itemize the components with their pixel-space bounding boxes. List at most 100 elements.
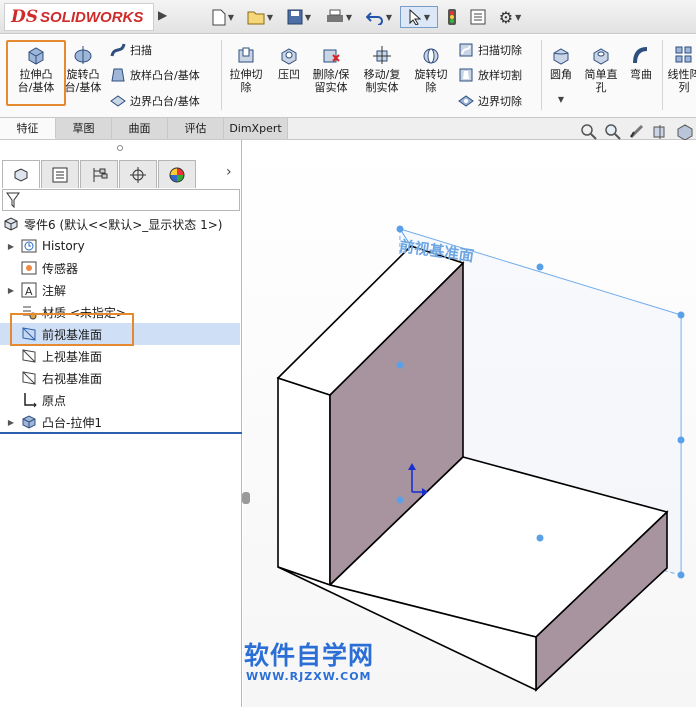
loft-boss-button[interactable]: 放样凸台/基体 — [110, 66, 200, 84]
tree-item-right-plane[interactable]: 右视基准面 — [0, 367, 240, 389]
expand-arrow-icon[interactable]: ▶ — [6, 418, 16, 427]
sweep-cut-icon — [458, 42, 474, 58]
plane-handle[interactable] — [536, 263, 544, 271]
move-copy-body-button[interactable]: 移动/复 制实体 — [359, 44, 405, 94]
dimxpertmanager-tab[interactable] — [119, 160, 157, 188]
delete-body-icon — [320, 44, 342, 66]
tree-item-origin[interactable]: 原点 — [0, 389, 240, 411]
plane-icon — [20, 347, 38, 365]
boundary-cut-label: 边界切除 — [478, 95, 522, 108]
rollback-bar[interactable] — [0, 432, 242, 434]
plane-handle[interactable] — [396, 361, 404, 369]
tree-root-part[interactable]: 零件6 (默认<<默认>_显示状态 1>) — [0, 213, 240, 235]
simple-hole-button[interactable]: 简单直 孔 — [580, 44, 622, 94]
model-left-front-face[interactable] — [277, 376, 331, 587]
fillet-dropdown-arrow-icon[interactable]: ▼ — [558, 93, 564, 106]
ribbon-separator — [221, 40, 222, 110]
expand-arrow-icon[interactable]: ▶ — [6, 286, 16, 295]
tree-item-top-plane[interactable]: 上视基准面 — [0, 345, 240, 367]
tree-item-history[interactable]: ▶ History — [0, 235, 240, 257]
open-folder-icon — [247, 11, 265, 25]
tree-item-annotations[interactable]: ▶ A 注解 — [0, 279, 240, 301]
view-orientation-icon[interactable] — [676, 123, 694, 141]
tab-sketch[interactable]: 草图 — [56, 118, 112, 139]
indent-button[interactable]: 压凹 — [272, 44, 306, 81]
options-button[interactable]: ⚙ ▼ — [493, 6, 527, 28]
filter-icon — [6, 192, 20, 208]
zoom-to-fit-icon[interactable] — [580, 123, 598, 141]
indent-icon — [278, 44, 300, 66]
panel-splitter-handle[interactable] — [117, 145, 123, 151]
new-document-button[interactable]: ▼ — [207, 6, 239, 28]
revolve-boss-button[interactable]: 旋转凸 台/基体 — [62, 44, 104, 94]
linear-pattern-icon — [673, 44, 695, 66]
flex-icon — [630, 44, 652, 66]
plane-handle[interactable] — [677, 311, 685, 319]
revolve-cut-button[interactable]: 旋转切 除 — [410, 44, 452, 94]
sensor-icon — [20, 259, 38, 277]
tab-features[interactable]: 特征 — [0, 118, 56, 139]
tree-item-sensors[interactable]: 传感器 — [0, 257, 240, 279]
file-properties-button[interactable] — [467, 6, 489, 28]
featuremanager-tab[interactable] — [2, 160, 40, 188]
expand-arrow-icon[interactable]: ▶ — [6, 242, 16, 251]
tree-item-boss-extrude[interactable]: ▶ 凸台-拉伸1 — [0, 411, 240, 433]
plane-handle[interactable] — [677, 571, 685, 579]
open-button[interactable]: ▼ — [244, 6, 276, 28]
tab-surfaces[interactable]: 曲面 — [112, 118, 168, 139]
displaymanager-tab[interactable] — [158, 160, 196, 188]
appearance-sphere-icon — [169, 167, 185, 182]
select-cursor-icon — [409, 9, 422, 25]
rebuild-button[interactable] — [443, 6, 461, 28]
select-button[interactable]: ▼ — [400, 6, 438, 28]
plane-handle[interactable] — [396, 496, 404, 504]
manager-tabs — [2, 160, 240, 188]
extrude-boss-button[interactable]: 拉伸凸 台/基体 — [8, 44, 64, 94]
boundary-cut-button[interactable]: 边界切除 — [458, 92, 522, 110]
print-button[interactable]: ▼ — [322, 6, 356, 28]
fillet-button[interactable]: 圆角 ▼ — [544, 44, 578, 106]
zoom-to-area-icon[interactable] — [604, 123, 622, 141]
section-view-icon[interactable] — [652, 123, 670, 141]
revolve-cut-label: 旋转切 除 — [414, 68, 448, 94]
tab-evaluate[interactable]: 评估 — [168, 118, 224, 139]
solidworks-logo[interactable]: DS SOLIDWORKS — [4, 3, 154, 31]
plane-handle[interactable] — [677, 436, 685, 444]
model-viewport[interactable] — [243, 140, 696, 707]
save-button[interactable]: ▼ — [283, 6, 315, 28]
revolve-cut-icon — [420, 44, 442, 66]
extrude-boss-label: 拉伸凸 台/基体 — [17, 68, 55, 94]
undo-button[interactable]: ▼ — [362, 6, 396, 28]
property-manager-icon — [52, 167, 68, 182]
linear-pattern-button[interactable]: 线性阵 列 — [664, 44, 696, 94]
plane-handle[interactable] — [396, 225, 404, 233]
flex-button[interactable]: 弯曲 — [624, 44, 658, 81]
menu-expand-arrow-icon[interactable]: ▶ — [158, 8, 168, 26]
plane-handle[interactable] — [536, 534, 544, 542]
delete-keep-body-button[interactable]: 删除/保 留实体 — [308, 44, 354, 94]
configurationmanager-tab[interactable] — [80, 160, 118, 188]
linear-pattern-label: 线性阵 列 — [667, 68, 696, 94]
sweep-icon — [110, 42, 126, 58]
tree-item-label: History — [42, 239, 85, 253]
tree-filter[interactable] — [2, 189, 240, 211]
sweep-label: 扫描 — [130, 44, 152, 57]
extrude-cut-button[interactable]: 拉伸切 除 — [225, 44, 267, 94]
tree-item-label: 右视基准面 — [42, 371, 103, 386]
tree-item-label: 传感器 — [42, 261, 79, 276]
simple-hole-icon — [590, 44, 612, 66]
propertymanager-tab[interactable] — [41, 160, 79, 188]
ribbon-separator — [541, 40, 542, 110]
extrude-cut-label: 拉伸切 除 — [229, 68, 263, 94]
move-copy-body-label: 移动/复 制实体 — [363, 68, 401, 94]
loft-cut-button[interactable]: 放样切割 — [458, 66, 522, 84]
panel-collapse-handle[interactable] — [242, 492, 250, 504]
sweep-button[interactable]: 扫描 — [110, 41, 152, 59]
sweep-cut-button[interactable]: 扫描切除 — [458, 41, 522, 59]
graphics-area[interactable]: 前视基准面 — [243, 140, 696, 707]
revolve-boss-icon — [72, 44, 94, 66]
previous-view-icon[interactable] — [628, 123, 646, 141]
boundary-boss-button[interactable]: 边界凸台/基体 — [110, 92, 200, 110]
tabs-scroll-right-icon[interactable]: › — [226, 164, 232, 180]
tab-dimxpert[interactable]: DimXpert — [224, 118, 288, 139]
